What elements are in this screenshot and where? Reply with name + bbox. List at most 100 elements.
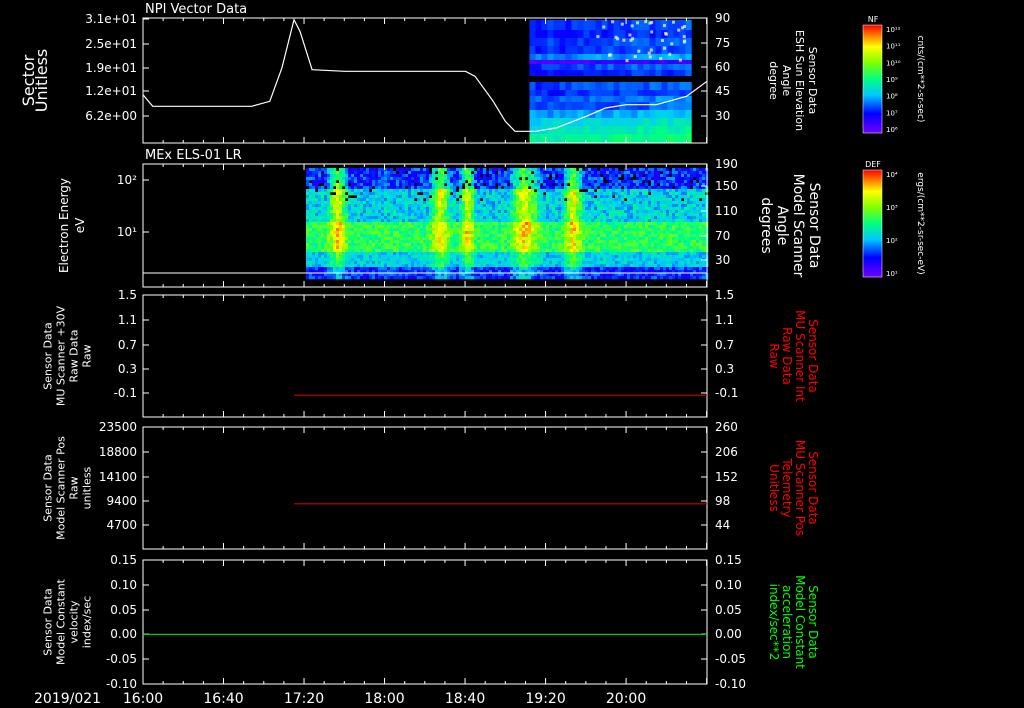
spectrogram-cell	[627, 186, 631, 190]
spectrogram-cell	[678, 189, 682, 193]
spectrogram-cell	[649, 110, 656, 118]
spectrogram-cell	[315, 264, 319, 268]
spectrogram-cell	[414, 219, 418, 223]
spectrogram-cell	[559, 46, 566, 54]
spectrogram-cell	[348, 222, 352, 226]
spectrogram-cell	[564, 201, 568, 205]
spectrogram-cell	[336, 243, 340, 247]
spectrogram-cell	[576, 219, 580, 223]
spectrogram-cell	[456, 222, 460, 226]
spectrogram-cell	[444, 234, 448, 238]
spectrogram-cell	[648, 264, 652, 268]
spectrogram-cell	[483, 192, 487, 196]
spectrogram-cell	[553, 118, 560, 126]
spectrogram-cell	[678, 180, 682, 184]
spectrogram-cell	[399, 210, 403, 214]
spectrogram-cell	[675, 267, 679, 271]
spectrogram-cell	[534, 231, 538, 235]
spectrogram-cell	[543, 186, 547, 190]
spectrogram-cell	[501, 243, 505, 247]
spectrogram-cell	[585, 264, 589, 268]
spectrogram-cell	[333, 261, 337, 265]
spectrogram-cell	[354, 186, 358, 190]
spectrogram-cell	[543, 267, 547, 271]
spectrogram-cell	[564, 264, 568, 268]
spectrogram-cell	[498, 195, 502, 199]
spectrogram-cell	[411, 234, 415, 238]
spectrogram-cell	[471, 177, 475, 181]
spectrogram-cell	[525, 276, 529, 280]
spectrogram-cell	[561, 207, 565, 211]
spectrogram-cell	[474, 264, 478, 268]
spectrogram-cell	[441, 180, 445, 184]
spectrogram-cell	[435, 180, 439, 184]
spectrogram-cell	[354, 174, 358, 178]
spectrogram-cell	[600, 243, 604, 247]
spectrogram-cell	[414, 231, 418, 235]
spectrogram-cell	[405, 228, 409, 232]
spectrogram-cell	[582, 183, 586, 187]
spectrogram-cell	[357, 267, 361, 271]
spectrogram-cell	[573, 180, 577, 184]
spectrogram-cell	[661, 64, 668, 70]
spectrogram-cell	[501, 177, 505, 181]
spectrogram-cell	[357, 222, 361, 226]
spectrogram-cell	[615, 267, 619, 271]
spectrogram-cell	[435, 261, 439, 265]
spectrogram-cell	[600, 198, 604, 202]
spectrogram-cell	[402, 258, 406, 262]
spectrogram-cell	[624, 240, 628, 244]
spectrogram-cell	[549, 228, 553, 232]
spectrogram-cell	[633, 201, 637, 205]
spectrogram-cell	[552, 180, 556, 184]
spectrogram-cell	[546, 252, 550, 256]
spectrogram-cell	[366, 192, 370, 196]
spectrogram-cell	[573, 234, 577, 238]
spectrogram-cell	[619, 126, 626, 134]
spectrogram-cell	[474, 246, 478, 250]
spectrogram-cell	[579, 249, 583, 253]
spectrogram-speck	[682, 40, 686, 44]
spectrogram-cell	[513, 210, 517, 214]
spectrogram-cell	[429, 249, 433, 253]
spectrogram-cell	[555, 210, 559, 214]
spectrogram-cell	[396, 276, 400, 280]
spectrogram-cell	[420, 252, 424, 256]
spectrogram-cell	[516, 261, 520, 265]
spectrogram-cell	[372, 264, 376, 268]
spectrogram-cell	[675, 222, 679, 226]
spectrogram-cell	[613, 96, 620, 102]
spectrogram-cell	[384, 264, 388, 268]
spectrogram-cell	[465, 183, 469, 187]
spectrogram-cell	[645, 219, 649, 223]
spectrogram-cell	[636, 183, 640, 187]
spectrogram-cell	[369, 180, 373, 184]
spectrogram-cell	[483, 237, 487, 241]
spectrogram-cell	[621, 240, 625, 244]
spectrogram-cell	[345, 183, 349, 187]
spectrogram-cell	[510, 276, 514, 280]
spectrogram-cell	[531, 261, 535, 265]
spectrogram-cell	[336, 195, 340, 199]
spectrogram-cell	[648, 189, 652, 193]
spectrogram-cell	[513, 249, 517, 253]
spectrogram-cell	[498, 207, 502, 211]
spectrogram-cell	[351, 249, 355, 253]
spectrogram-cell	[351, 237, 355, 241]
spectrogram-cell	[528, 174, 532, 178]
spectrogram-cell	[636, 249, 640, 253]
spectrogram-cell	[588, 276, 592, 280]
spectrogram-cell	[321, 204, 325, 208]
spectrogram-cell	[583, 54, 590, 60]
spectrogram-cell	[333, 240, 337, 244]
spectrogram-cell	[354, 234, 358, 238]
spectrogram-cell	[333, 204, 337, 208]
spectrogram-cell	[621, 210, 625, 214]
spectrogram-cell	[483, 189, 487, 193]
spectrogram-cell	[507, 240, 511, 244]
spectrogram-cell	[324, 171, 328, 175]
spectrogram-cell	[444, 246, 448, 250]
spectrogram-cell	[501, 201, 505, 205]
spectrogram-cell	[348, 207, 352, 211]
spectrogram-cell	[648, 201, 652, 205]
